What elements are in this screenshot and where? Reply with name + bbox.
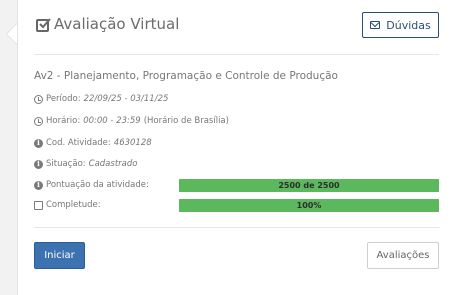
time-row: Horário: 00:00 - 23:59 (Horário de Brasí… <box>34 116 229 126</box>
info-circle-icon <box>34 180 43 190</box>
start-button[interactable]: Iniciar <box>34 242 85 269</box>
period-row: Período: 22/09/25 - 03/11/25 <box>34 94 168 104</box>
completion-progress-text: 100% <box>296 201 322 210</box>
status-label: Situação: <box>46 159 86 169</box>
status-value: Cadastrado <box>88 159 138 169</box>
time-zone: (Horário de Brasília) <box>143 116 229 126</box>
info-circle-icon <box>34 159 43 169</box>
header-divider <box>34 54 439 55</box>
period-value: 22/09/25 - 03/11/25 <box>83 94 169 104</box>
score-row: Pontuação da atividade: <box>34 180 149 190</box>
evaluations-button[interactable]: Avaliações <box>367 242 439 269</box>
code-label: Cod. Atividade: <box>46 138 111 148</box>
virtual-evaluation-card: Avaliação Virtual Dúvidas Av2 - Planejam… <box>17 0 469 295</box>
period-label: Período: <box>46 94 81 104</box>
score-progress-text: 2500 de 2500 <box>278 181 340 190</box>
help-button-label: Dúvidas <box>386 18 431 32</box>
score-progress-bar: 2500 de 2500 <box>179 179 439 192</box>
external-link-icon <box>34 200 43 210</box>
completion-label: Completude: <box>46 200 101 210</box>
status-row: Situação: Cadastrado <box>34 159 137 169</box>
card-header: Avaliação Virtual Dúvidas <box>18 0 469 54</box>
activity-name: Av2 - Planejamento, Programação e Contro… <box>34 70 338 82</box>
score-label: Pontuação da atividade: <box>46 180 149 190</box>
info-circle-icon <box>34 138 43 148</box>
completion-row: Completude: <box>34 200 101 210</box>
envelope-icon <box>370 21 381 29</box>
footer-divider <box>34 227 439 228</box>
completion-progress-bar: 100% <box>179 199 439 212</box>
code-row: Cod. Atividade: 4630128 <box>34 138 152 148</box>
code-value: 4630128 <box>113 138 152 148</box>
time-label: Horário: <box>46 116 81 126</box>
check-square-icon <box>36 18 51 32</box>
page-title: Avaliação Virtual <box>54 15 180 33</box>
time-value: 00:00 - 23:59 <box>83 116 141 126</box>
help-button[interactable]: Dúvidas <box>362 12 439 38</box>
clock-icon <box>34 116 43 126</box>
clock-icon <box>34 94 43 104</box>
